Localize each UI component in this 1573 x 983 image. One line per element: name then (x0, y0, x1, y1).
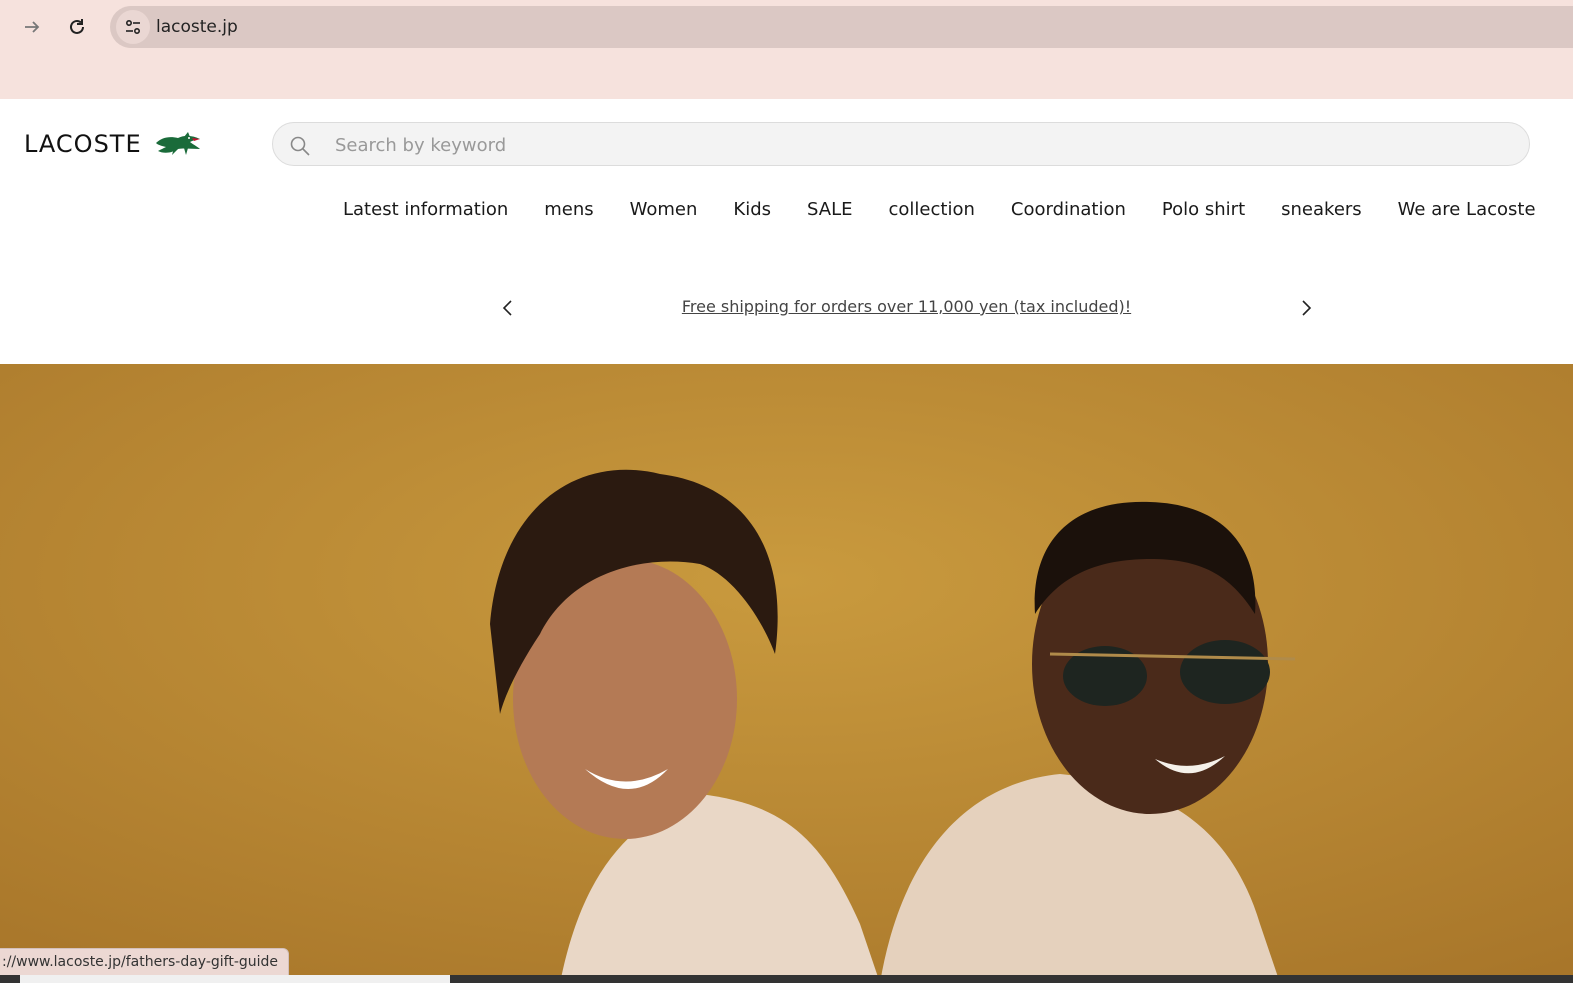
nav-item-latest-information[interactable]: Latest information (325, 196, 526, 226)
main-nav: Latest information mens Women Kids SALE … (325, 196, 1554, 226)
search-input[interactable] (333, 131, 1487, 159)
browser-toolbar: lacoste.jp (0, 0, 1573, 99)
search-box[interactable] (272, 122, 1530, 166)
nav-item-sneakers[interactable]: sneakers (1263, 196, 1380, 226)
chevron-right-icon[interactable] (1296, 297, 1316, 319)
arrow-right-icon (25, 21, 40, 33)
forward-button[interactable] (15, 10, 49, 44)
site-logo[interactable]: LACOSTE (24, 126, 202, 162)
search-icon (290, 136, 310, 156)
reload-icon (70, 19, 84, 34)
nav-item-mens[interactable]: mens (526, 196, 611, 226)
crocodile-logo-icon (155, 132, 200, 155)
carousel-progress-fill (20, 975, 450, 983)
nav-item-collection[interactable]: collection (871, 196, 993, 226)
promo-message-link[interactable]: Free shipping for orders over 11,000 yen… (0, 297, 1573, 316)
address-bar[interactable]: lacoste.jp (110, 6, 1573, 48)
tune-icon (125, 19, 141, 35)
address-url[interactable]: lacoste.jp (156, 17, 238, 37)
nav-item-we-are-lacoste[interactable]: We are Lacoste (1380, 196, 1554, 226)
reload-button[interactable] (60, 10, 94, 44)
nav-item-coordination[interactable]: Coordination (993, 196, 1144, 226)
nav-item-sale[interactable]: SALE (789, 196, 870, 226)
logo-wordmark: LACOSTE (24, 130, 142, 158)
hero-image[interactable] (0, 364, 1573, 983)
nav-item-women[interactable]: Women (612, 196, 716, 226)
status-url-tooltip: ://www.lacoste.jp/fathers-day-gift-guide (0, 948, 290, 977)
carousel-progress-bar (0, 975, 1573, 983)
nav-item-kids[interactable]: Kids (715, 196, 789, 226)
promo-banner: Free shipping for orders over 11,000 yen… (0, 285, 1573, 331)
site-info-button[interactable] (116, 10, 150, 44)
hero-photo (0, 364, 1573, 983)
nav-item-polo-shirt[interactable]: Polo shirt (1144, 196, 1263, 226)
